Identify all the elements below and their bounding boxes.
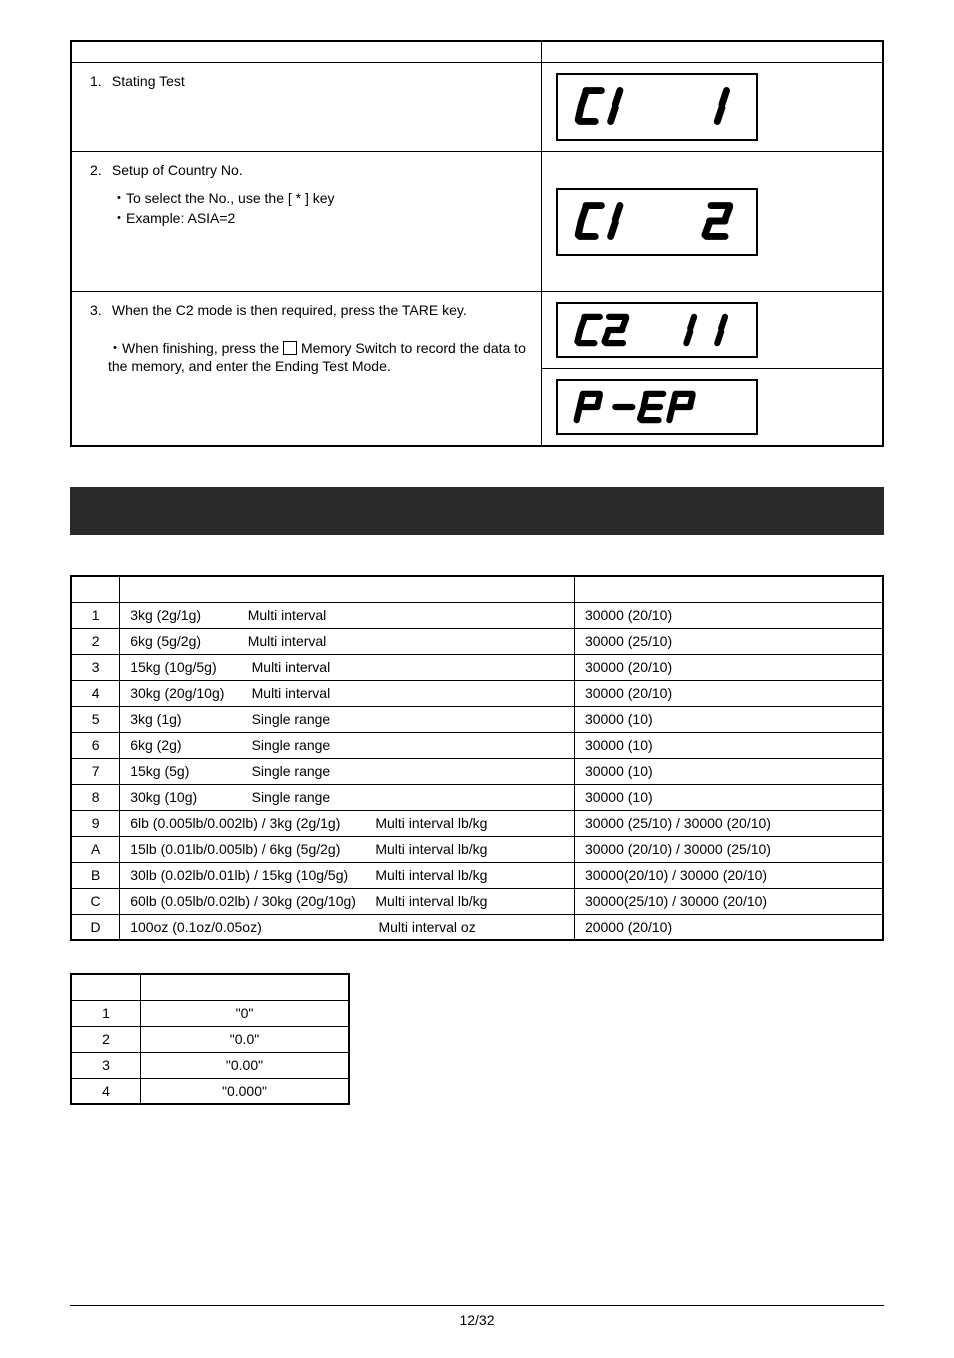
row-val: "0.0" [141, 1026, 350, 1052]
step-1-display [542, 63, 883, 152]
table-row: C60lb (0.05lb/0.02lb) / 30kg (20g/10g) M… [71, 888, 883, 914]
table-row: A15lb (0.01lb/0.005lb) / 6kg (5g/2g) Mul… [71, 836, 883, 862]
step-2-num: 2. [90, 162, 108, 178]
row-val: 30000 (20/10) [574, 680, 883, 706]
row-val: 30000 (20/10) [574, 654, 883, 680]
row-id: 9 [71, 810, 120, 836]
row-val: 30000 (20/10) [574, 602, 883, 628]
step-1-cell: 1. Stating Test [71, 63, 542, 152]
row-id: 3 [71, 1052, 141, 1078]
row-desc: 100oz (0.1oz/0.05oz) Multi interval oz [120, 914, 575, 940]
row-desc: 30lb (0.02lb/0.01lb) / 15kg (10g/5g) Mul… [120, 862, 575, 888]
table-row: 96lb (0.005lb/0.002lb) / 3kg (2g/1g) Mul… [71, 810, 883, 836]
decimal-table: 1"0"2"0.0"3"0.00"4"0.000" [70, 973, 350, 1105]
table-row: 715kg (5g) Single range30000 (10) [71, 758, 883, 784]
row-desc: 15kg (5g) Single range [120, 758, 575, 784]
row-val: 30000 (20/10) / 30000 (25/10) [574, 836, 883, 862]
step-3-label: When the C2 mode is then required, press… [112, 302, 467, 318]
seg-display-ci-1 [556, 73, 758, 141]
row-desc: 60lb (0.05lb/0.02lb) / 30kg (20g/10g) Mu… [120, 888, 575, 914]
seg-display-c2-11 [556, 302, 758, 358]
table-row: 66kg (2g) Single range30000 (10) [71, 732, 883, 758]
row-desc: 15lb (0.01lb/0.005lb) / 6kg (5g/2g) Mult… [120, 836, 575, 862]
step-2-display [542, 152, 883, 292]
row-val: 30000 (10) [574, 706, 883, 732]
row-val: 30000 (10) [574, 732, 883, 758]
table-row: 4"0.000" [71, 1078, 349, 1104]
step-1-label: Stating Test [112, 73, 185, 89]
step-3-sub-prefix: ・When finishing, press the [108, 340, 283, 356]
seg-display-p-ep [556, 379, 758, 435]
row-val: 30000(20/10) / 30000 (20/10) [574, 862, 883, 888]
row-desc: 3kg (2g/1g) Multi interval [120, 602, 575, 628]
step-2-sub2: ・Example: ASIA=2 [90, 208, 527, 228]
row-val: 30000 (10) [574, 758, 883, 784]
row-val: "0.00" [141, 1052, 350, 1078]
table-row: 26kg (5g/2g) Multi interval30000 (25/10) [71, 628, 883, 654]
row-val: 20000 (20/10) [574, 914, 883, 940]
row-desc: 6kg (2g) Single range [120, 732, 575, 758]
cap-head-1 [71, 576, 120, 602]
row-val: 30000 (25/10) [574, 628, 883, 654]
step-3-display-a [542, 292, 883, 369]
section-band [70, 487, 884, 535]
memory-switch-icon [283, 341, 297, 355]
header-right [542, 41, 883, 63]
row-id: 1 [71, 1000, 141, 1026]
table-row: B30lb (0.02lb/0.01lb) / 15kg (10g/5g) Mu… [71, 862, 883, 888]
row-desc: 15kg (10g/5g) Multi interval [120, 654, 575, 680]
table-row: 53kg (1g) Single range30000 (10) [71, 706, 883, 732]
row-id: B [71, 862, 120, 888]
row-desc: 3kg (1g) Single range [120, 706, 575, 732]
row-id: 3 [71, 654, 120, 680]
row-id: 8 [71, 784, 120, 810]
row-desc: 30kg (10g) Single range [120, 784, 575, 810]
capacity-table: 13kg (2g/1g) Multi interval30000 (20/10)… [70, 575, 884, 941]
procedure-table: 1. Stating Test [70, 40, 884, 447]
table-row: 13kg (2g/1g) Multi interval30000 (20/10) [71, 602, 883, 628]
step-2-sub1: ・To select the No., use the [ * ] key [90, 188, 527, 208]
table-row: 315kg (10g/5g) Multi interval30000 (20/1… [71, 654, 883, 680]
step-1-num: 1. [90, 73, 108, 89]
row-id: 4 [71, 680, 120, 706]
row-id: 6 [71, 732, 120, 758]
row-val: 30000 (25/10) / 30000 (20/10) [574, 810, 883, 836]
page-footer: 12/32 [70, 1305, 884, 1328]
cap-head-2 [120, 576, 575, 602]
row-val: "0.000" [141, 1078, 350, 1104]
dec-head-2 [141, 974, 350, 1000]
row-id: D [71, 914, 120, 940]
seg-display-ci-2 [556, 188, 758, 256]
table-row: 830kg (10g) Single range30000 (10) [71, 784, 883, 810]
step-2-label: Setup of Country No. [112, 162, 243, 178]
row-val: "0" [141, 1000, 350, 1026]
step-2-cell: 2. Setup of Country No. ・To select the N… [71, 152, 542, 292]
cap-head-3 [574, 576, 883, 602]
row-val: 30000 (10) [574, 784, 883, 810]
table-row: 3"0.00" [71, 1052, 349, 1078]
header-left [71, 41, 542, 63]
row-val: 30000(25/10) / 30000 (20/10) [574, 888, 883, 914]
table-row: 1"0" [71, 1000, 349, 1026]
row-id: 1 [71, 602, 120, 628]
row-id: 2 [71, 1026, 141, 1052]
row-id: 7 [71, 758, 120, 784]
table-row: 430kg (20g/10g) Multi interval30000 (20/… [71, 680, 883, 706]
row-desc: 6kg (5g/2g) Multi interval [120, 628, 575, 654]
table-row: D100oz (0.1oz/0.05oz) Multi interval oz2… [71, 914, 883, 940]
step-3-display-b [542, 369, 883, 447]
table-row: 2"0.0" [71, 1026, 349, 1052]
row-id: 2 [71, 628, 120, 654]
row-desc: 30kg (20g/10g) Multi interval [120, 680, 575, 706]
step-3-cell: 3. When the C2 mode is then required, pr… [71, 292, 542, 447]
row-desc: 6lb (0.005lb/0.002lb) / 3kg (2g/1g) Mult… [120, 810, 575, 836]
step-3-sub: ・When finishing, press the Memory Switch… [86, 338, 527, 374]
dec-head-1 [71, 974, 141, 1000]
row-id: 4 [71, 1078, 141, 1104]
row-id: 5 [71, 706, 120, 732]
step-3-num: 3. [90, 302, 108, 318]
row-id: A [71, 836, 120, 862]
row-id: C [71, 888, 120, 914]
